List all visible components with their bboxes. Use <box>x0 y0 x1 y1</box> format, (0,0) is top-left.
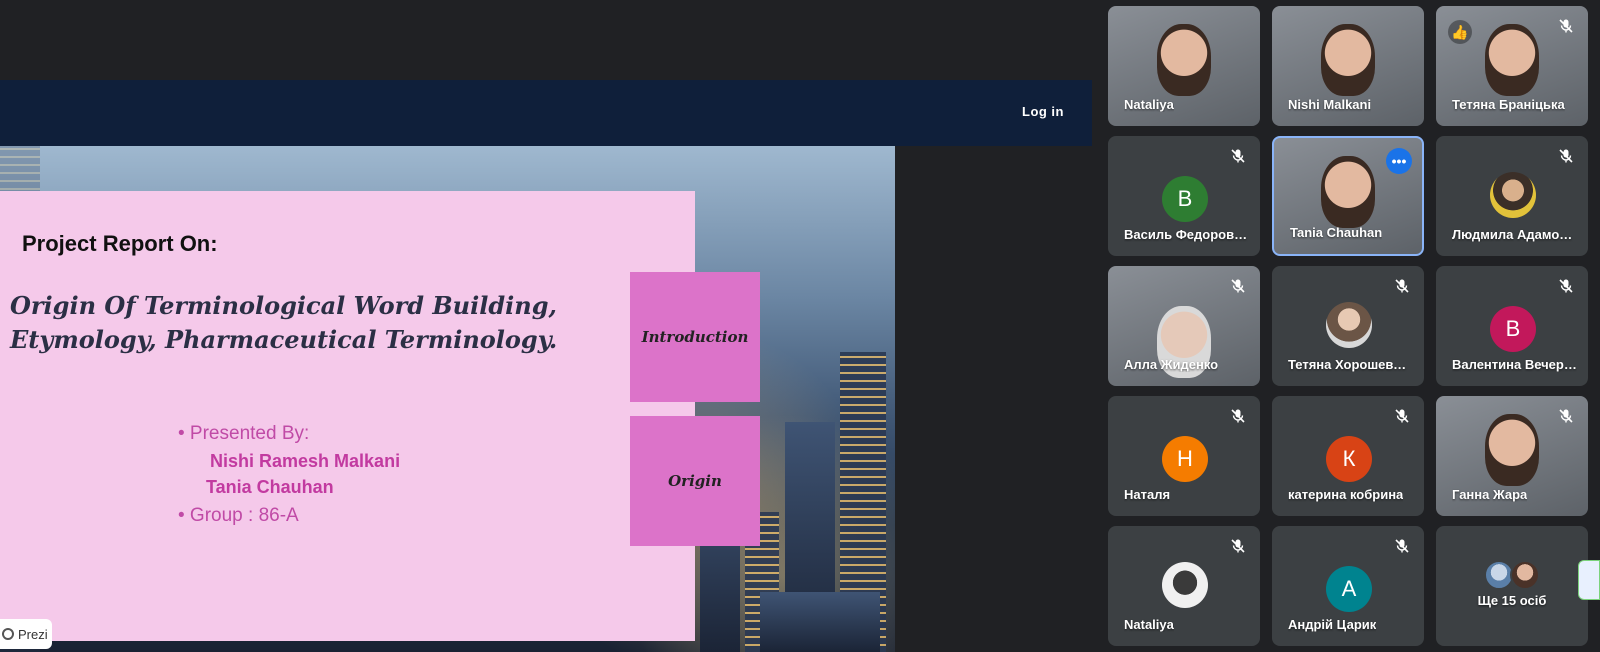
mic-off-icon <box>1559 149 1573 163</box>
mic-off-icon <box>1395 409 1409 423</box>
side-panel-toggle[interactable] <box>1578 560 1600 600</box>
participant-name: Тетяна Хорошевська <box>1288 357 1413 372</box>
participant-tile[interactable]: Н Наталя <box>1108 396 1260 516</box>
participant-name: катерина кобрина <box>1288 487 1404 502</box>
mic-off-icon <box>1231 409 1245 423</box>
avatar <box>1162 562 1208 608</box>
origin-box[interactable]: Origin <box>630 416 760 546</box>
mic-off-icon <box>1395 539 1409 553</box>
participant-grid: Nataliya Nishi Malkani 👍 Тетяна Браніцьк… <box>1108 6 1588 652</box>
more-participants-label: Ще 15 осіб <box>1477 593 1547 608</box>
participant-tile[interactable]: 👍 Тетяна Браніцька <box>1436 6 1588 126</box>
prezi-label: Prezi <box>18 626 48 642</box>
participant-tile[interactable]: Nataliya <box>1108 526 1260 646</box>
login-link[interactable]: Log in <box>1022 104 1064 119</box>
participant-name: Tania Chauhan <box>1290 225 1383 240</box>
participant-tile[interactable]: Алла Жиденко <box>1108 266 1260 386</box>
avatar: А <box>1326 566 1372 612</box>
mic-off-icon <box>1559 19 1573 33</box>
prezi-logo-icon <box>2 628 14 640</box>
participant-video <box>1157 24 1211 96</box>
participant-name: Nishi Malkani <box>1288 97 1372 112</box>
participant-tile[interactable]: Ганна Жара <box>1436 396 1588 516</box>
introduction-box[interactable]: Introduction <box>630 272 760 402</box>
group-label: • Group : 86-A <box>178 505 299 526</box>
slide-title-line-1: Origin Of Terminological Word Building, <box>10 291 557 320</box>
participant-video <box>1485 414 1539 486</box>
avatar <box>1510 560 1540 590</box>
mic-off-icon <box>1231 539 1245 553</box>
participant-tile[interactable]: К катерина кобрина <box>1272 396 1424 516</box>
mic-off-icon <box>1395 279 1409 293</box>
more-options-icon[interactable]: ••• <box>1386 148 1412 174</box>
participant-tile[interactable]: ••• Tania Chauhan <box>1272 136 1424 256</box>
participant-video <box>1321 156 1375 228</box>
participant-name: Nataliya <box>1124 617 1174 632</box>
mic-off-icon <box>1231 279 1245 293</box>
participant-tile[interactable]: В Василь Федорович <box>1108 136 1260 256</box>
participant-name: Nataliya <box>1124 97 1174 112</box>
participant-tile[interactable]: В Валентина Вечерська <box>1436 266 1588 386</box>
shared-site-header: Log in <box>0 80 1092 146</box>
participant-name: Тетяна Браніцька <box>1452 97 1565 112</box>
more-participants-tile[interactable]: Ще 15 осіб <box>1436 526 1588 646</box>
slide-title-line-2: Etymology, Pharmaceutical Terminology. <box>10 325 558 354</box>
city-building <box>760 592 880 652</box>
avatar <box>1326 302 1372 348</box>
mic-off-icon <box>1231 149 1245 163</box>
participant-tile[interactable]: Тетяна Хорошевська <box>1272 266 1424 386</box>
avatar: К <box>1326 436 1372 482</box>
participant-name: Ганна Жара <box>1452 487 1528 502</box>
participant-video <box>1321 24 1375 96</box>
participant-name: Людмила Адамович <box>1452 227 1577 242</box>
participant-name: Андрій Царик <box>1288 617 1377 632</box>
avatar <box>1490 172 1536 218</box>
prezi-badge[interactable]: Prezi <box>0 619 52 649</box>
slide-heading: Project Report On: <box>22 231 218 256</box>
presenter-name: Tania Chauhan <box>206 477 334 497</box>
participant-name: Валентина Вечерська <box>1452 357 1577 372</box>
participant-name: Василь Федорович <box>1124 227 1249 242</box>
participant-name: Алла Жиденко <box>1124 357 1219 372</box>
mic-off-icon <box>1559 409 1573 423</box>
avatar: В <box>1490 306 1536 352</box>
shared-screen: Log in Project Report On: Origin Of Term… <box>0 0 1092 652</box>
participant-name: Наталя <box>1124 487 1171 502</box>
presented-by-label: • Presented By: <box>178 423 310 444</box>
participant-video <box>1485 24 1539 96</box>
participant-tile[interactable]: Людмила Адамович <box>1436 136 1588 256</box>
avatar: В <box>1162 176 1208 222</box>
participant-tile[interactable]: Nishi Malkani <box>1272 6 1424 126</box>
presenter-name: Nishi Ramesh Malkani <box>210 451 401 471</box>
mic-off-icon <box>1559 279 1573 293</box>
presentation-canvas: Project Report On: Origin Of Terminologi… <box>0 146 895 652</box>
participant-tile[interactable]: Nataliya <box>1108 6 1260 126</box>
slide-card: Project Report On: Origin Of Terminologi… <box>0 191 695 641</box>
avatar: Н <box>1162 436 1208 482</box>
thumbs-up-icon: 👍 <box>1448 20 1472 44</box>
participant-tile[interactable]: А Андрій Царик <box>1272 526 1424 646</box>
